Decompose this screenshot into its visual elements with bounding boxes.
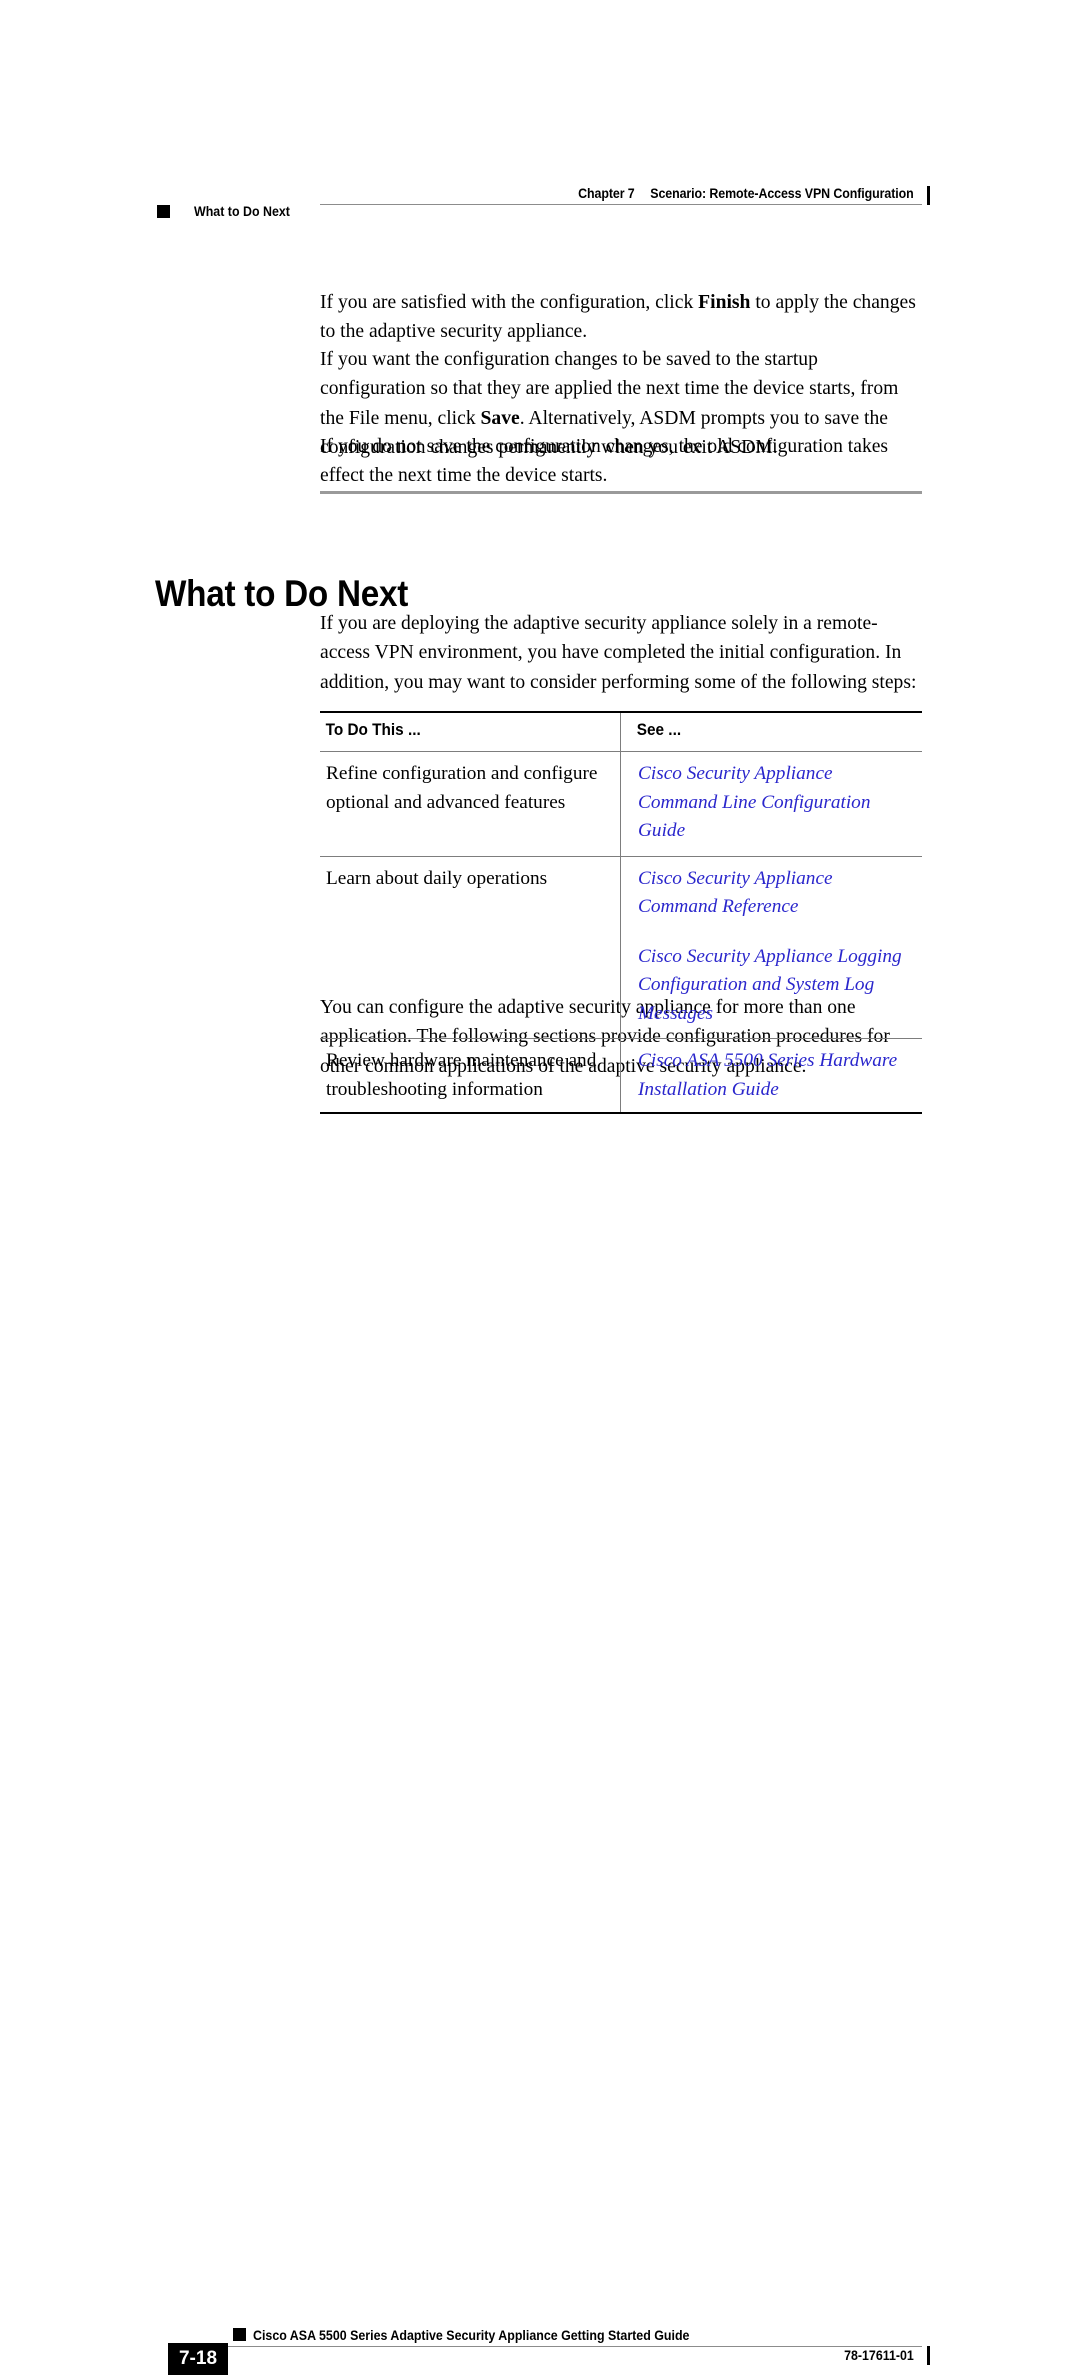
table-cell-reference-link[interactable]: Cisco Security Appliance Logging Configu… [638,943,908,1029]
table-cell-task: Refine configuration and configure optio… [326,763,598,813]
table-cell-reference-link[interactable]: Cisco Security Appliance Command Referen… [638,865,908,922]
paragraph-deploying: If you are deploying the adaptive securi… [320,613,917,693]
paragraph-no-save: If you do not save the configuration cha… [320,436,889,487]
header-edge-tick [927,186,930,205]
table-row: Refine configuration and configure optio… [320,751,922,856]
table-row-separator [320,751,922,752]
square-bullet-icon [233,2328,246,2341]
header-chapter-number: Chapter 7 [578,186,636,201]
footer-guide-title: Cisco ASA 5500 Series Adaptive Security … [253,2328,690,2343]
footer-rule [168,2346,922,2347]
table-cell-task: Review hardware maintenance and troubles… [326,1050,597,1100]
header-chapter-breadcrumb: Chapter 7 Scenario: Remote-Access VPN Con… [578,186,915,201]
header-chapter-title: Scenario: Remote-Access VPN Configuratio… [650,186,914,201]
paragraph-1-pre: If you are satisfied with the configurat… [320,292,699,313]
footer-document-number: 78-17611-01 [844,2348,914,2363]
paragraph-2-bold-save: Save [480,407,520,429]
table-bottom-border [320,1112,922,1114]
document-page: Chapter 7 Scenario: Remote-Access VPN Con… [0,0,1080,2375]
table-row: Review hardware maintenance and troubles… [320,1038,922,1114]
table-header-see: See ... [636,721,682,739]
section-divider [320,491,922,494]
table-cell-task: Learn about daily operations [326,867,548,889]
table-cell-reference-link[interactable]: Cisco ASA 5500 Series Hardware Installat… [638,1047,908,1104]
table-header-to-do-this: To Do This ... [325,721,421,739]
table-row: Learn about daily operations Cisco Secur… [320,855,922,1039]
page-header: Chapter 7 Scenario: Remote-Access VPN Con… [0,0,1080,240]
table-cell-reference-link[interactable]: Cisco Security Appliance Command Line Co… [638,760,908,846]
page-number-badge: 7-18 [168,2343,228,2375]
reference-table: To Do This ... See ... Refine configurat… [320,711,922,1114]
paragraph-1-bold-finish: Finish [698,292,751,313]
page-footer: Cisco ASA 5500 Series Adaptive Security … [0,1157,1080,2375]
paragraph-finish: If you are satisfied with the configurat… [320,288,923,347]
table-row-separator [320,855,922,857]
footer-edge-tick [927,2346,930,2365]
square-bullet-icon [157,205,170,218]
header-section-title: What to Do Next [194,204,290,219]
page-title: What to Do Next [155,572,409,614]
table-row-separator [320,1038,922,1039]
table-header-row: To Do This ... See ... [320,711,922,751]
header-rule [320,204,922,205]
